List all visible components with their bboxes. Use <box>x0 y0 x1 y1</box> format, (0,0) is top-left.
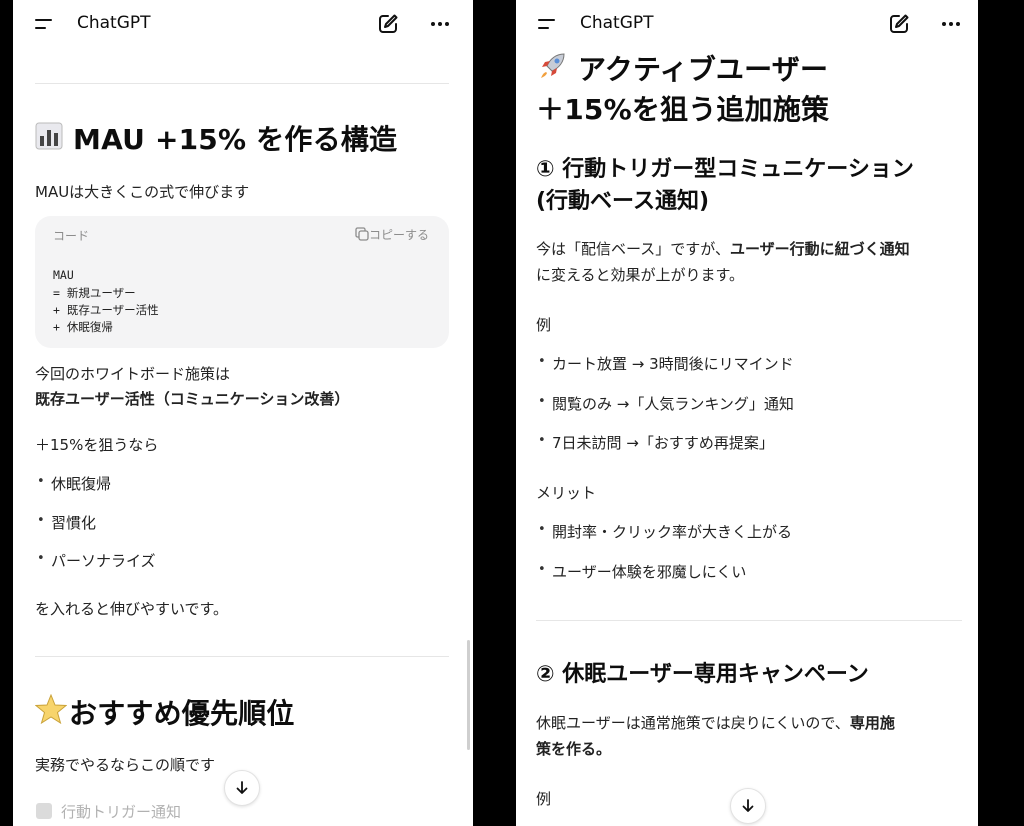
bullet-dot: • <box>37 513 45 528</box>
app-title: ChatGPT <box>580 13 654 33</box>
scroll-down-button[interactable] <box>730 788 766 824</box>
bullet-dot: • <box>37 474 45 489</box>
section-divider <box>536 620 962 621</box>
list-item: 7日未訪問 →「おすすめ再提案」 <box>552 434 774 452</box>
code-line: = 新規ユーザー <box>53 286 136 300</box>
code-block: コード コピーする MAU = 新規ユーザー + 既存ユーザー活性 + 休眠復帰 <box>35 216 449 348</box>
right-chat-panel: ChatGPT アクティブユーザー ＋15%を狙う追加施策 ① 行動トリガー型コ… <box>516 0 978 826</box>
left-chat-panel: ChatGPT MAU +15% を作る構造 MAUは大きくこの式で伸びます コ… <box>13 0 473 826</box>
text: 今は「配信ベース」ですが、 <box>536 240 730 258</box>
text-bold: ユーザー行動に紐づく通知 <box>729 240 910 258</box>
list-item: 休眠復帰 <box>51 475 112 493</box>
section-heading: おすすめ優先順位 <box>69 697 295 730</box>
scroll-down-button[interactable] <box>224 770 260 806</box>
bullet-dot: • <box>37 551 45 566</box>
code-line: MAU <box>53 268 74 282</box>
more-options-icon[interactable] <box>940 14 962 34</box>
list-item: 行動トリガー通知 <box>61 803 182 821</box>
label: 例 <box>536 316 552 334</box>
paragraph: を入れると伸びやすいです。 <box>35 600 229 618</box>
star-icon <box>35 694 67 724</box>
copy-icon[interactable] <box>355 227 369 241</box>
menu-icon[interactable] <box>35 17 55 31</box>
scrollbar[interactable] <box>467 640 470 750</box>
menu-icon[interactable] <box>538 17 558 31</box>
bullet-dot: • <box>538 354 546 369</box>
bullet-dot: • <box>538 433 546 448</box>
section-heading: MAU +15% を作る構造 <box>73 123 398 156</box>
section-heading: アクティブユーザー <box>578 53 829 86</box>
paragraph-bold: 既存ユーザー活性（コミュニケーション改善） <box>35 390 350 408</box>
list-item: 開封率・クリック率が大きく上がる <box>552 523 793 541</box>
code-line: + 休眠復帰 <box>53 320 113 334</box>
top-bar: ChatGPT <box>516 0 978 44</box>
item-heading: (行動ベース通知) <box>536 189 710 214</box>
text-bold: 専用施 <box>849 714 895 732</box>
bullet-dot: • <box>538 562 546 577</box>
paragraph: に変えると効果が上がります。 <box>536 266 745 284</box>
new-chat-edit-icon[interactable] <box>888 13 910 35</box>
bullet-dot: • <box>538 522 546 537</box>
top-bar: ChatGPT <box>13 0 473 48</box>
bullet-dot: • <box>538 394 546 409</box>
label: 例 <box>536 790 552 808</box>
list-item: パーソナライズ <box>51 552 156 570</box>
section-heading: ＋15%を狙う追加施策 <box>536 93 830 126</box>
section-intro: MAUは大きくこの式で伸びます <box>35 183 250 201</box>
arrow-down-icon <box>742 799 754 812</box>
text: 休眠ユーザーは通常施策では戻りにくいので、 <box>536 714 850 732</box>
code-block-label: コード <box>53 229 90 243</box>
list-item: カート放置 → 3時間後にリマインド <box>552 355 794 373</box>
paragraph: 休眠ユーザーは通常施策では戻りにくいので、専用施 <box>536 712 895 733</box>
list-item: 習慣化 <box>51 514 97 532</box>
copy-button[interactable]: コピーする <box>369 226 429 243</box>
app-title: ChatGPT <box>77 13 151 33</box>
section-divider <box>35 83 449 84</box>
list-item: ユーザー体験を邪魔しにくい <box>552 563 747 581</box>
paragraph-bold: 策を作る。 <box>536 740 612 758</box>
more-options-icon[interactable] <box>429 14 451 34</box>
list-item: 閲覧のみ →「人気ランキング」通知 <box>552 395 794 413</box>
bar-chart-icon <box>35 122 63 150</box>
list-icon <box>36 803 52 819</box>
label: メリット <box>536 484 597 502</box>
paragraph: 今は「配信ベース」ですが、ユーザー行動に紐づく通知 <box>536 238 910 259</box>
section-divider <box>35 656 449 657</box>
item-heading: ① 行動トリガー型コミュニケーション <box>536 157 914 182</box>
rocket-icon <box>541 53 565 78</box>
item-heading: ② 休眠ユーザー専用キャンペーン <box>536 662 869 687</box>
paragraph: 今回のホワイトボード施策は <box>35 365 231 383</box>
paragraph: ＋15%を狙うなら <box>35 436 159 454</box>
section-intro: 実務でやるならこの順です <box>35 756 216 774</box>
arrow-down-icon <box>236 781 248 794</box>
new-chat-edit-icon[interactable] <box>377 13 399 35</box>
code-line: + 既存ユーザー活性 <box>53 303 159 317</box>
